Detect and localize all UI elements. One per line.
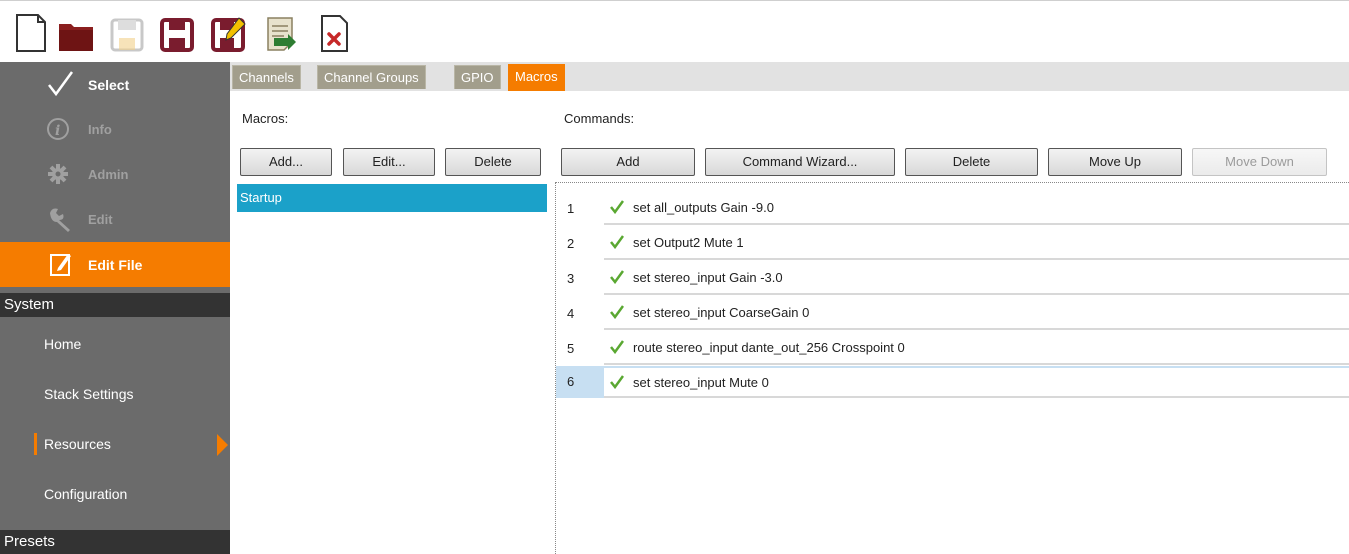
- sidebar-item-home[interactable]: Home: [0, 320, 230, 370]
- command-cell: set stereo_input Mute 0: [604, 366, 1349, 398]
- command-text: set stereo_input Gain -3.0: [633, 270, 783, 285]
- table-row[interactable]: 1 set all_outputs Gain -9.0: [556, 193, 1349, 225]
- nav-info-label: Info: [88, 122, 112, 137]
- command-cell: set stereo_input Gain -3.0: [604, 263, 1349, 295]
- expand-arrow-icon: [217, 434, 228, 456]
- sidebar-item-label: Home: [44, 336, 82, 352]
- command-cell: set all_outputs Gain -9.0: [604, 193, 1349, 225]
- command-cell: set stereo_input CoarseGain 0: [604, 298, 1349, 330]
- sidebar: Select i Info Admin Edit Edit File Syste…: [0, 62, 230, 554]
- sidebar-item-label: Configuration: [44, 486, 128, 502]
- presets-section-header[interactable]: Presets: [0, 530, 230, 554]
- command-cell: set Output2 Mute 1: [604, 228, 1349, 260]
- table-row[interactable]: 5 route stereo_input dante_out_256 Cross…: [556, 333, 1349, 365]
- row-number: 5: [567, 341, 575, 356]
- sidebar-item-stack-settings[interactable]: Stack Settings: [0, 370, 230, 420]
- checkmark-icon: [610, 200, 624, 214]
- add-command-button[interactable]: Add: [561, 148, 695, 176]
- command-cell: route stereo_input dante_out_256 Crosspo…: [604, 333, 1349, 365]
- checkmark-icon: [610, 340, 624, 354]
- row-number: 4: [567, 306, 575, 321]
- toolbar: [0, 0, 1349, 62]
- wrench-icon: [46, 205, 74, 233]
- script-icon[interactable]: [262, 12, 300, 54]
- add-macro-button[interactable]: Add...: [240, 148, 332, 176]
- nav-edit-label: Edit: [88, 212, 113, 227]
- macros-label: Macros:: [242, 111, 289, 126]
- tab-gpio[interactable]: GPIO: [454, 65, 501, 89]
- sidebar-item-label: Stack Settings: [44, 386, 134, 402]
- nav-admin-label: Admin: [88, 167, 129, 182]
- row-number: 2: [567, 236, 575, 251]
- delete-command-button[interactable]: Delete: [905, 148, 1038, 176]
- save-icon[interactable]: [158, 12, 196, 54]
- command-text: route stereo_input dante_out_256 Crosspo…: [633, 340, 905, 355]
- sidebar-item-label: Resources: [44, 436, 111, 452]
- table-row[interactable]: 6 set stereo_input Mute 0: [556, 366, 1349, 398]
- system-section-header[interactable]: System: [0, 293, 230, 317]
- checkmark-icon: [610, 235, 624, 249]
- checkmark-icon: [610, 270, 624, 284]
- table-row[interactable]: 3 set stereo_input Gain -3.0: [556, 263, 1349, 295]
- command-text: set Output2 Mute 1: [633, 235, 744, 250]
- info-icon: i: [46, 115, 74, 143]
- table-row[interactable]: 2 set Output2 Mute 1: [556, 228, 1349, 260]
- row-number: 1: [567, 201, 575, 216]
- command-text: set all_outputs Gain -9.0: [633, 200, 774, 215]
- save-as-icon[interactable]: [209, 12, 247, 54]
- move-down-button: Move Down: [1192, 148, 1327, 176]
- row-number: 3: [567, 271, 575, 286]
- edit-file-icon: [46, 250, 74, 278]
- row-number: 6: [556, 366, 604, 398]
- move-up-button[interactable]: Move Up: [1048, 148, 1182, 176]
- delete-macro-button[interactable]: Delete: [445, 148, 541, 176]
- tab-channels[interactable]: Channels: [232, 65, 301, 89]
- open-folder-icon[interactable]: [57, 12, 95, 54]
- sidebar-item-resources[interactable]: Resources: [0, 420, 230, 470]
- nav-admin[interactable]: Admin: [0, 152, 230, 197]
- close-file-icon[interactable]: [316, 12, 354, 54]
- nav-edit-file[interactable]: Edit File: [0, 242, 230, 287]
- edit-macro-button[interactable]: Edit...: [343, 148, 435, 176]
- checkmark-icon: [46, 70, 74, 98]
- command-text: set stereo_input Mute 0: [633, 375, 769, 390]
- nav-select-label: Select: [88, 77, 130, 93]
- tab-bar: Channels Channel Groups GPIO Macros: [230, 62, 1349, 91]
- nav-edit-file-label: Edit File: [88, 257, 143, 273]
- active-marker: [34, 433, 37, 455]
- table-row[interactable]: 4 set stereo_input CoarseGain 0: [556, 298, 1349, 330]
- command-list[interactable]: 1 set all_outputs Gain -9.0 2 set Output…: [555, 182, 1349, 554]
- new-file-icon[interactable]: [12, 12, 50, 54]
- tab-macros[interactable]: Macros: [508, 64, 565, 91]
- macros-panel: Macros: Commands: Add... Edit... Delete …: [230, 91, 1349, 554]
- checkmark-icon: [610, 375, 624, 389]
- list-item[interactable]: Startup: [237, 184, 547, 212]
- nav-edit[interactable]: Edit: [0, 197, 230, 242]
- macro-list[interactable]: Startup: [237, 184, 547, 544]
- svg-text:i: i: [55, 123, 60, 139]
- sidebar-item-configuration[interactable]: Configuration: [0, 470, 230, 520]
- command-wizard-button[interactable]: Command Wizard...: [705, 148, 895, 176]
- nav-info[interactable]: i Info: [0, 107, 230, 152]
- tab-channel-groups[interactable]: Channel Groups: [317, 65, 426, 89]
- gear-icon: [46, 160, 74, 188]
- save-disabled-icon: [108, 12, 146, 54]
- checkmark-icon: [610, 305, 624, 319]
- command-text: set stereo_input CoarseGain 0: [633, 305, 810, 320]
- nav-select[interactable]: Select: [0, 62, 230, 107]
- commands-label: Commands:: [564, 111, 635, 126]
